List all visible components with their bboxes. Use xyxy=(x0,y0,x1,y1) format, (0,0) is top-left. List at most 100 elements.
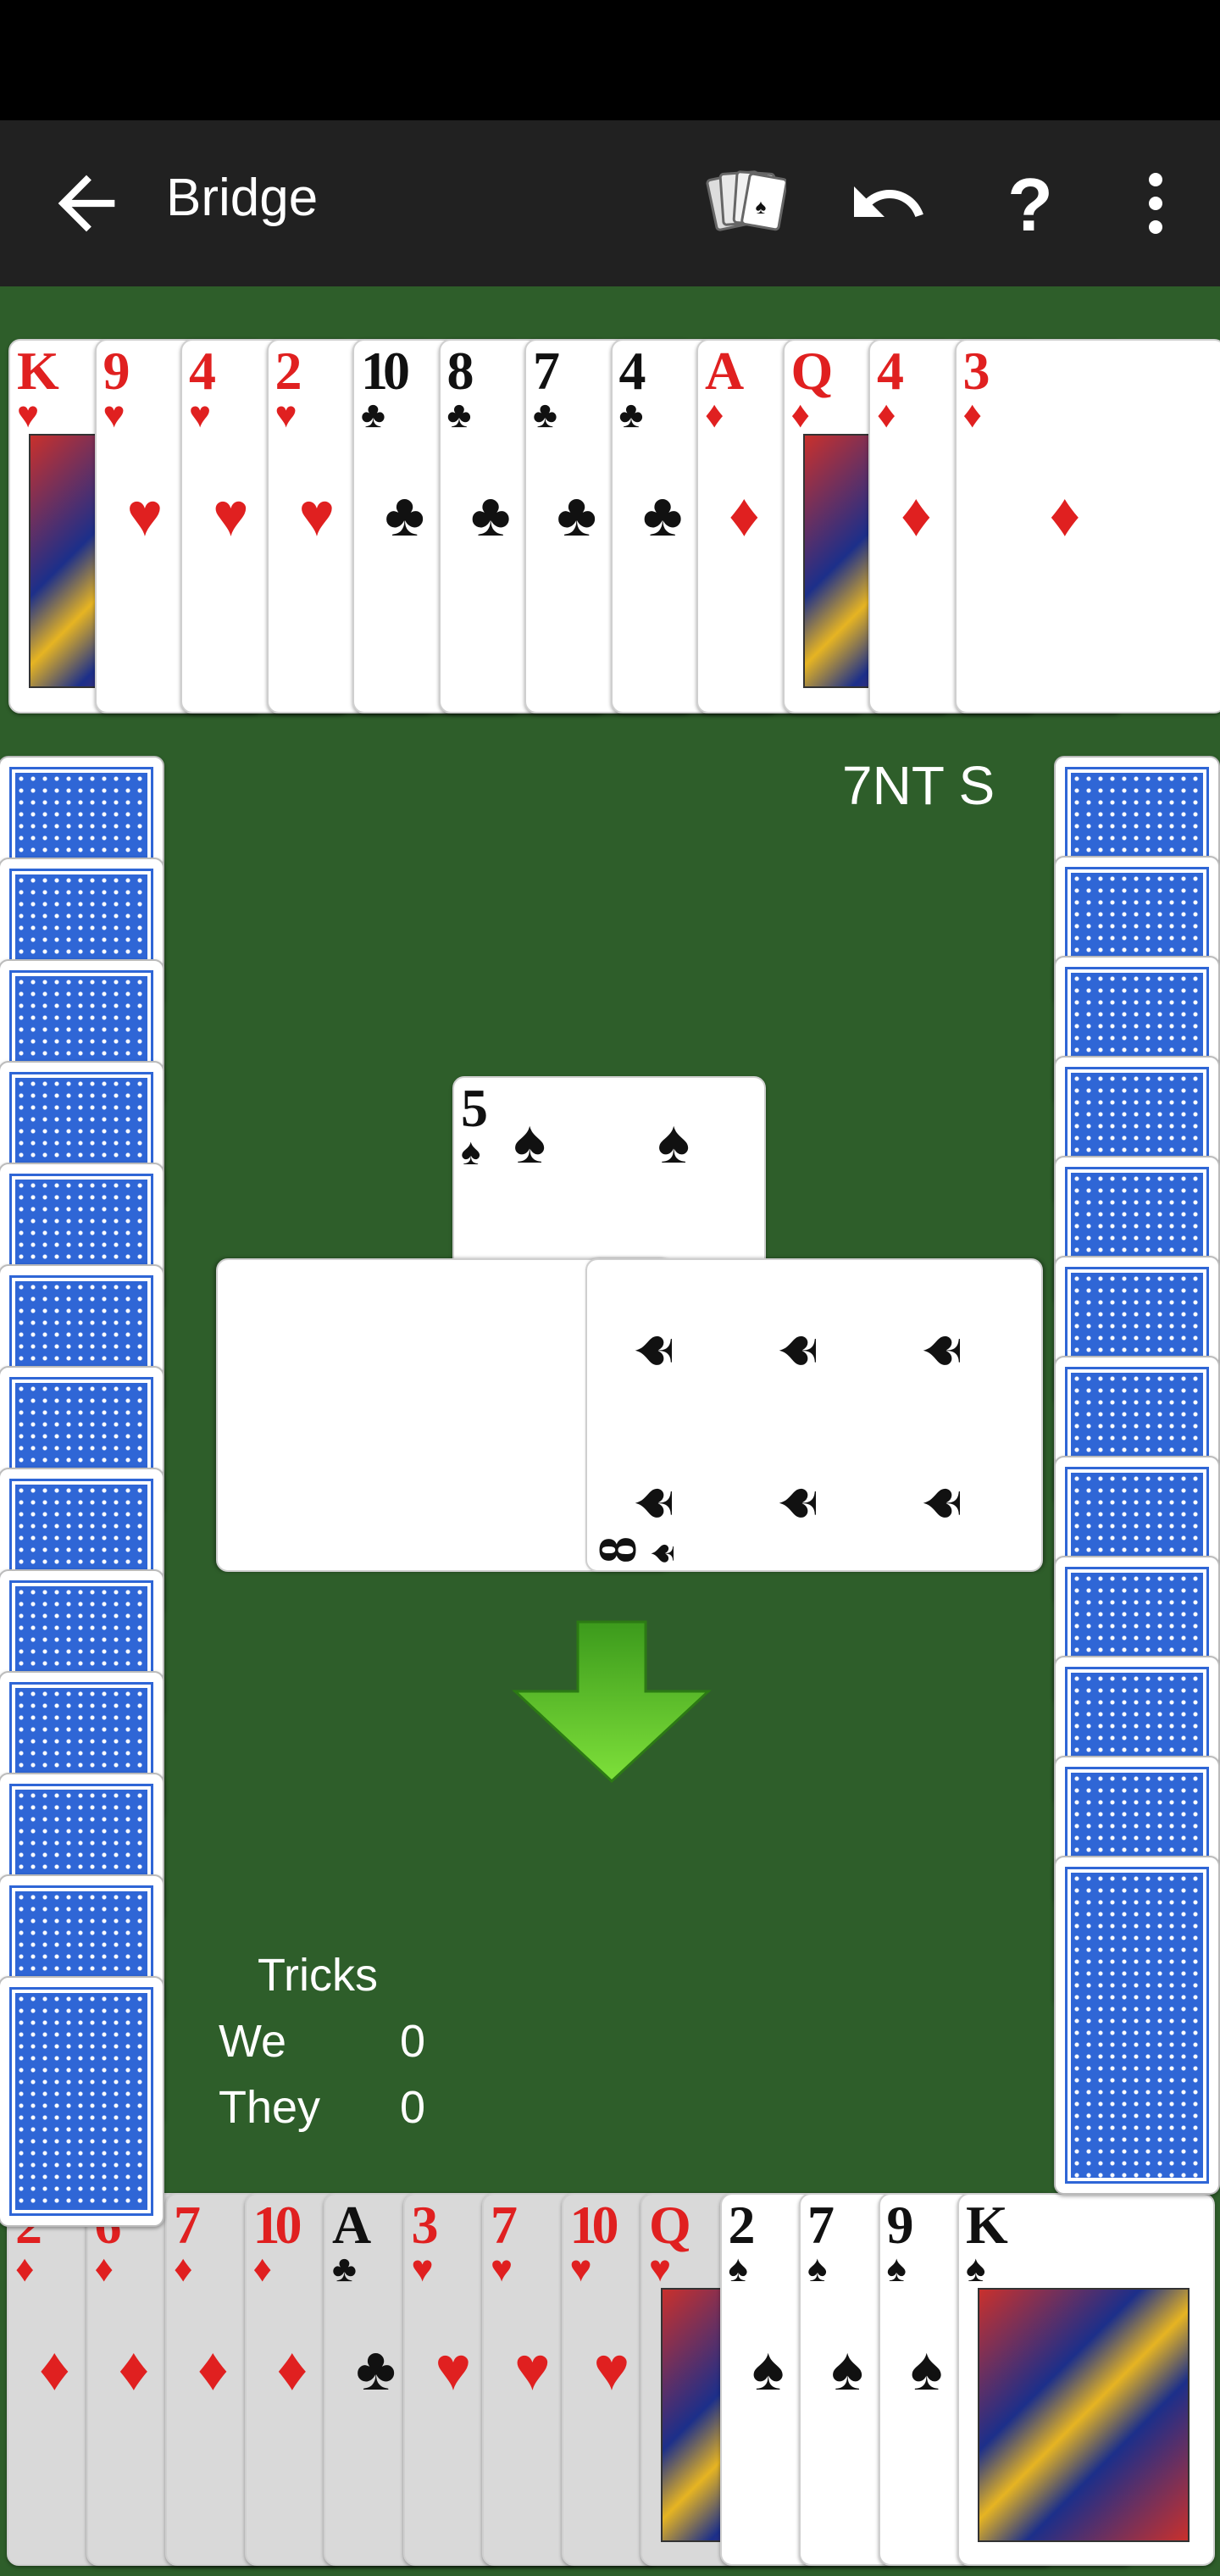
page-title: Bridge xyxy=(166,169,319,227)
card-rank: 8 xyxy=(587,1541,647,1563)
trick-card-east: 8 ♠ ♠ ♠ ♠ ♠ ♠ ♠ xyxy=(585,1258,1043,1572)
card-pip-icon: ♠ xyxy=(618,1486,685,1519)
card-suit-icon: ♠ xyxy=(461,1131,481,1173)
card-suit-icon: ♦ xyxy=(174,2248,193,2290)
card-pip-icon: ♦ xyxy=(118,2335,150,2403)
card-rank: 10 xyxy=(252,2195,302,2255)
card-pip-icon: ♠ xyxy=(751,2335,785,2403)
card-suit-icon: ♥ xyxy=(103,394,125,436)
card-pip-icon: ♦ xyxy=(1049,481,1081,549)
card-suit-icon: ♥ xyxy=(649,2248,672,2290)
west-card-back xyxy=(0,1976,164,2227)
card-suit-icon: ♠ xyxy=(966,2248,986,2290)
more-vert-icon[interactable] xyxy=(1113,161,1198,246)
card-suit-icon: ♦ xyxy=(15,2248,35,2290)
card-pip-icon: ♦ xyxy=(276,2335,308,2403)
card-suit-icon: ♥ xyxy=(274,394,297,436)
tricks-they-label: They xyxy=(219,2082,321,2133)
card-rank: 10 xyxy=(361,341,410,401)
card-pip-icon: ♣ xyxy=(356,2335,396,2403)
card-rank: 5 xyxy=(461,1078,488,1138)
card-rank: 2 xyxy=(274,341,302,401)
card-rank: 7 xyxy=(174,2195,201,2255)
card-pip-icon: ♠ xyxy=(831,2335,864,2403)
card-pip-icon: ♣ xyxy=(385,481,425,549)
card-suit-icon: ♥ xyxy=(189,394,212,436)
east-card-back xyxy=(1054,1856,1220,2195)
card-rank: 4 xyxy=(618,341,646,401)
card-suit-icon: ♠ xyxy=(640,1543,682,1563)
card-rank: 2 xyxy=(728,2195,756,2255)
card-suit-icon: ♦ xyxy=(790,394,810,436)
tricks-we-label: We xyxy=(219,2016,287,2067)
card-pip-icon: ♣ xyxy=(557,481,597,549)
card-rank: 3 xyxy=(411,2195,439,2255)
card-suit-icon: ♦ xyxy=(962,394,982,436)
card-suit-icon: ♥ xyxy=(569,2248,592,2290)
tricks-they-value: 0 xyxy=(400,2082,426,2133)
card-pip-icon: ♥ xyxy=(514,2335,551,2403)
south-card[interactable]: K ♠ xyxy=(957,2193,1215,2566)
card-rank: A xyxy=(332,2195,371,2255)
svg-text:?: ? xyxy=(1007,163,1053,244)
card-pip-icon: ♦ xyxy=(729,481,760,549)
app-bar: Bridge ♠ ? xyxy=(0,120,1220,286)
card-rank: 8 xyxy=(446,341,474,401)
tricks-we-value: 0 xyxy=(400,2016,426,2067)
card-pip-icon: ♥ xyxy=(435,2335,472,2403)
card-rank: 9 xyxy=(886,2195,914,2255)
back-arrow-icon[interactable] xyxy=(44,161,129,246)
north-card[interactable]: 3 ♦ ♦ xyxy=(954,339,1220,713)
contract-label: 7NT S xyxy=(842,755,995,816)
help-icon[interactable]: ? xyxy=(988,161,1073,246)
card-suit-icon: ♦ xyxy=(252,2248,272,2290)
card-suit-icon: ♠ xyxy=(728,2248,748,2290)
cards-icon[interactable]: ♠ xyxy=(703,161,788,246)
card-rank: Q xyxy=(649,2195,691,2255)
card-rank: 4 xyxy=(877,341,904,401)
card-suit-icon: ♥ xyxy=(411,2248,434,2290)
card-suit-icon: ♣ xyxy=(446,394,472,436)
card-pip-icon: ♠ xyxy=(910,2335,943,2403)
court-figure-icon xyxy=(978,2288,1190,2542)
status-bar xyxy=(0,0,1220,120)
card-suit-icon: ♠ xyxy=(807,2248,828,2290)
card-pip-icon: ♦ xyxy=(39,2335,70,2403)
card-pip-icon: ♦ xyxy=(901,481,932,549)
card-rank: 7 xyxy=(491,2195,518,2255)
turn-arrow-icon xyxy=(512,1618,712,1785)
card-suit-icon: ♥ xyxy=(17,394,40,436)
svg-text:♠: ♠ xyxy=(756,196,767,219)
card-suit-icon: ♣ xyxy=(361,394,385,436)
card-rank: K xyxy=(966,2195,1008,2255)
card-pip-icon: ♠ xyxy=(762,1486,829,1519)
card-rank: 7 xyxy=(807,2195,835,2255)
card-pip-icon: ♥ xyxy=(213,481,249,549)
card-pip-icon: ♠ xyxy=(906,1486,973,1519)
card-pip-icon: ♥ xyxy=(298,481,336,549)
card-rank: 9 xyxy=(103,341,130,401)
card-pip-icon: ♠ xyxy=(906,1334,973,1367)
card-pip-icon: ♥ xyxy=(593,2335,630,2403)
card-rank: 7 xyxy=(533,341,560,401)
card-suit-icon: ♦ xyxy=(94,2248,114,2290)
card-rank: A xyxy=(705,341,744,401)
card-suit-icon: ♣ xyxy=(618,394,644,436)
tricks-title: Tricks xyxy=(258,1950,378,2001)
card-suit-icon: ♠ xyxy=(886,2248,907,2290)
card-rank: Q xyxy=(790,341,834,401)
card-suit-icon: ♥ xyxy=(491,2248,513,2290)
card-suit-icon: ♣ xyxy=(332,2248,357,2290)
card-pip-icon: ♠ xyxy=(762,1334,829,1367)
card-suit-icon: ♦ xyxy=(877,394,896,436)
card-pip-icon: ♣ xyxy=(642,481,683,549)
card-suit-icon: ♣ xyxy=(533,394,557,436)
card-rank: K xyxy=(17,341,59,401)
card-suit-icon: ♦ xyxy=(705,394,724,436)
undo-icon[interactable] xyxy=(846,161,930,246)
card-rank: 3 xyxy=(962,341,990,401)
card-pip-icon: ♠ xyxy=(513,1108,546,1176)
card-pip-icon: ♦ xyxy=(197,2335,229,2403)
card-rank: 10 xyxy=(569,2195,619,2255)
card-rank: 4 xyxy=(189,341,216,401)
